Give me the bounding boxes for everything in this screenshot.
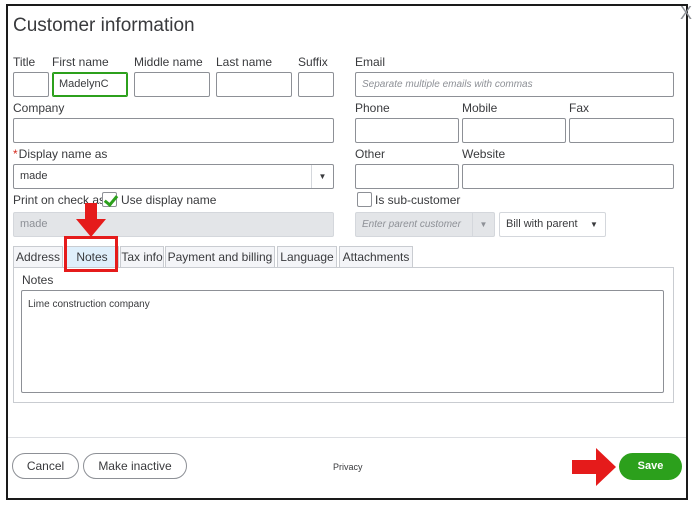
suffix-label: Suffix — [298, 55, 328, 69]
red-arrow-icon — [76, 203, 106, 237]
website-input[interactable] — [462, 164, 674, 189]
title-input[interactable] — [13, 72, 49, 97]
notes-label: Notes — [22, 273, 54, 287]
chevron-down-icon[interactable]: ▼ — [583, 213, 605, 236]
last-name-label: Last name — [216, 55, 273, 69]
chevron-down-icon[interactable]: ▼ — [311, 165, 333, 188]
footer-divider — [8, 437, 686, 438]
parent-customer-select: Enter parent customer ▼ — [355, 212, 495, 237]
title-label: Title — [13, 55, 36, 69]
sub-customer-label: Is sub-customer — [375, 193, 461, 207]
tab-attachments[interactable]: Attachments — [339, 246, 413, 268]
sub-customer-checkbox[interactable] — [357, 192, 372, 207]
mobile-input[interactable] — [462, 118, 566, 143]
display-name-label: *Display name as — [13, 147, 107, 161]
company-input[interactable] — [13, 118, 334, 143]
use-display-name-label: Use display name — [121, 193, 217, 207]
fax-input[interactable] — [569, 118, 674, 143]
display-name-select[interactable]: made ▼ — [13, 164, 334, 189]
other-label: Other — [355, 147, 386, 161]
email-input[interactable]: Separate multiple emails with commas — [355, 72, 674, 97]
first-name-label: First name — [52, 55, 109, 69]
notes-panel: Notes Lime construction company — [13, 267, 674, 403]
tab-tax-info[interactable]: Tax info — [120, 246, 164, 268]
phone-label: Phone — [355, 101, 390, 115]
bill-with-parent-select[interactable]: Bill with parent ▼ — [499, 212, 606, 237]
tab-language[interactable]: Language — [277, 246, 337, 268]
notes-textarea[interactable]: Lime construction company — [21, 290, 664, 393]
other-input[interactable] — [355, 164, 459, 189]
middle-name-input[interactable] — [134, 72, 210, 97]
cancel-button[interactable]: Cancel — [12, 453, 79, 479]
phone-input[interactable] — [355, 118, 459, 143]
company-label: Company — [13, 101, 65, 115]
red-arrow-icon — [572, 448, 616, 486]
email-label: Email — [355, 55, 386, 69]
dialog-title: Customer information — [13, 15, 195, 36]
parent-customer-placeholder: Enter parent customer — [362, 219, 461, 230]
website-label: Website — [462, 147, 506, 161]
notes-tab-highlight — [64, 236, 118, 272]
privacy-link[interactable]: Privacy — [333, 462, 363, 472]
bill-with-parent-value: Bill with parent — [506, 218, 578, 230]
display-name-value: made — [20, 170, 48, 182]
mobile-label: Mobile — [462, 101, 498, 115]
required-mark: * — [13, 147, 18, 161]
chevron-down-icon: ▼ — [472, 213, 494, 236]
print-on-check-input: made — [13, 212, 334, 237]
save-button[interactable]: Save — [619, 453, 682, 480]
fax-label: Fax — [569, 101, 590, 115]
display-name-label-text: Display name as — [18, 147, 108, 161]
last-name-input[interactable] — [216, 72, 292, 97]
tab-address[interactable]: Address — [13, 246, 63, 268]
first-name-input[interactable]: MadelynC — [52, 72, 128, 97]
suffix-input[interactable] — [298, 72, 334, 97]
tab-payment-and-billing[interactable]: Payment and billing — [165, 246, 275, 268]
close-icon[interactable]: X — [680, 4, 692, 22]
make-inactive-button[interactable]: Make inactive — [83, 453, 187, 479]
middle-name-label: Middle name — [134, 55, 203, 69]
